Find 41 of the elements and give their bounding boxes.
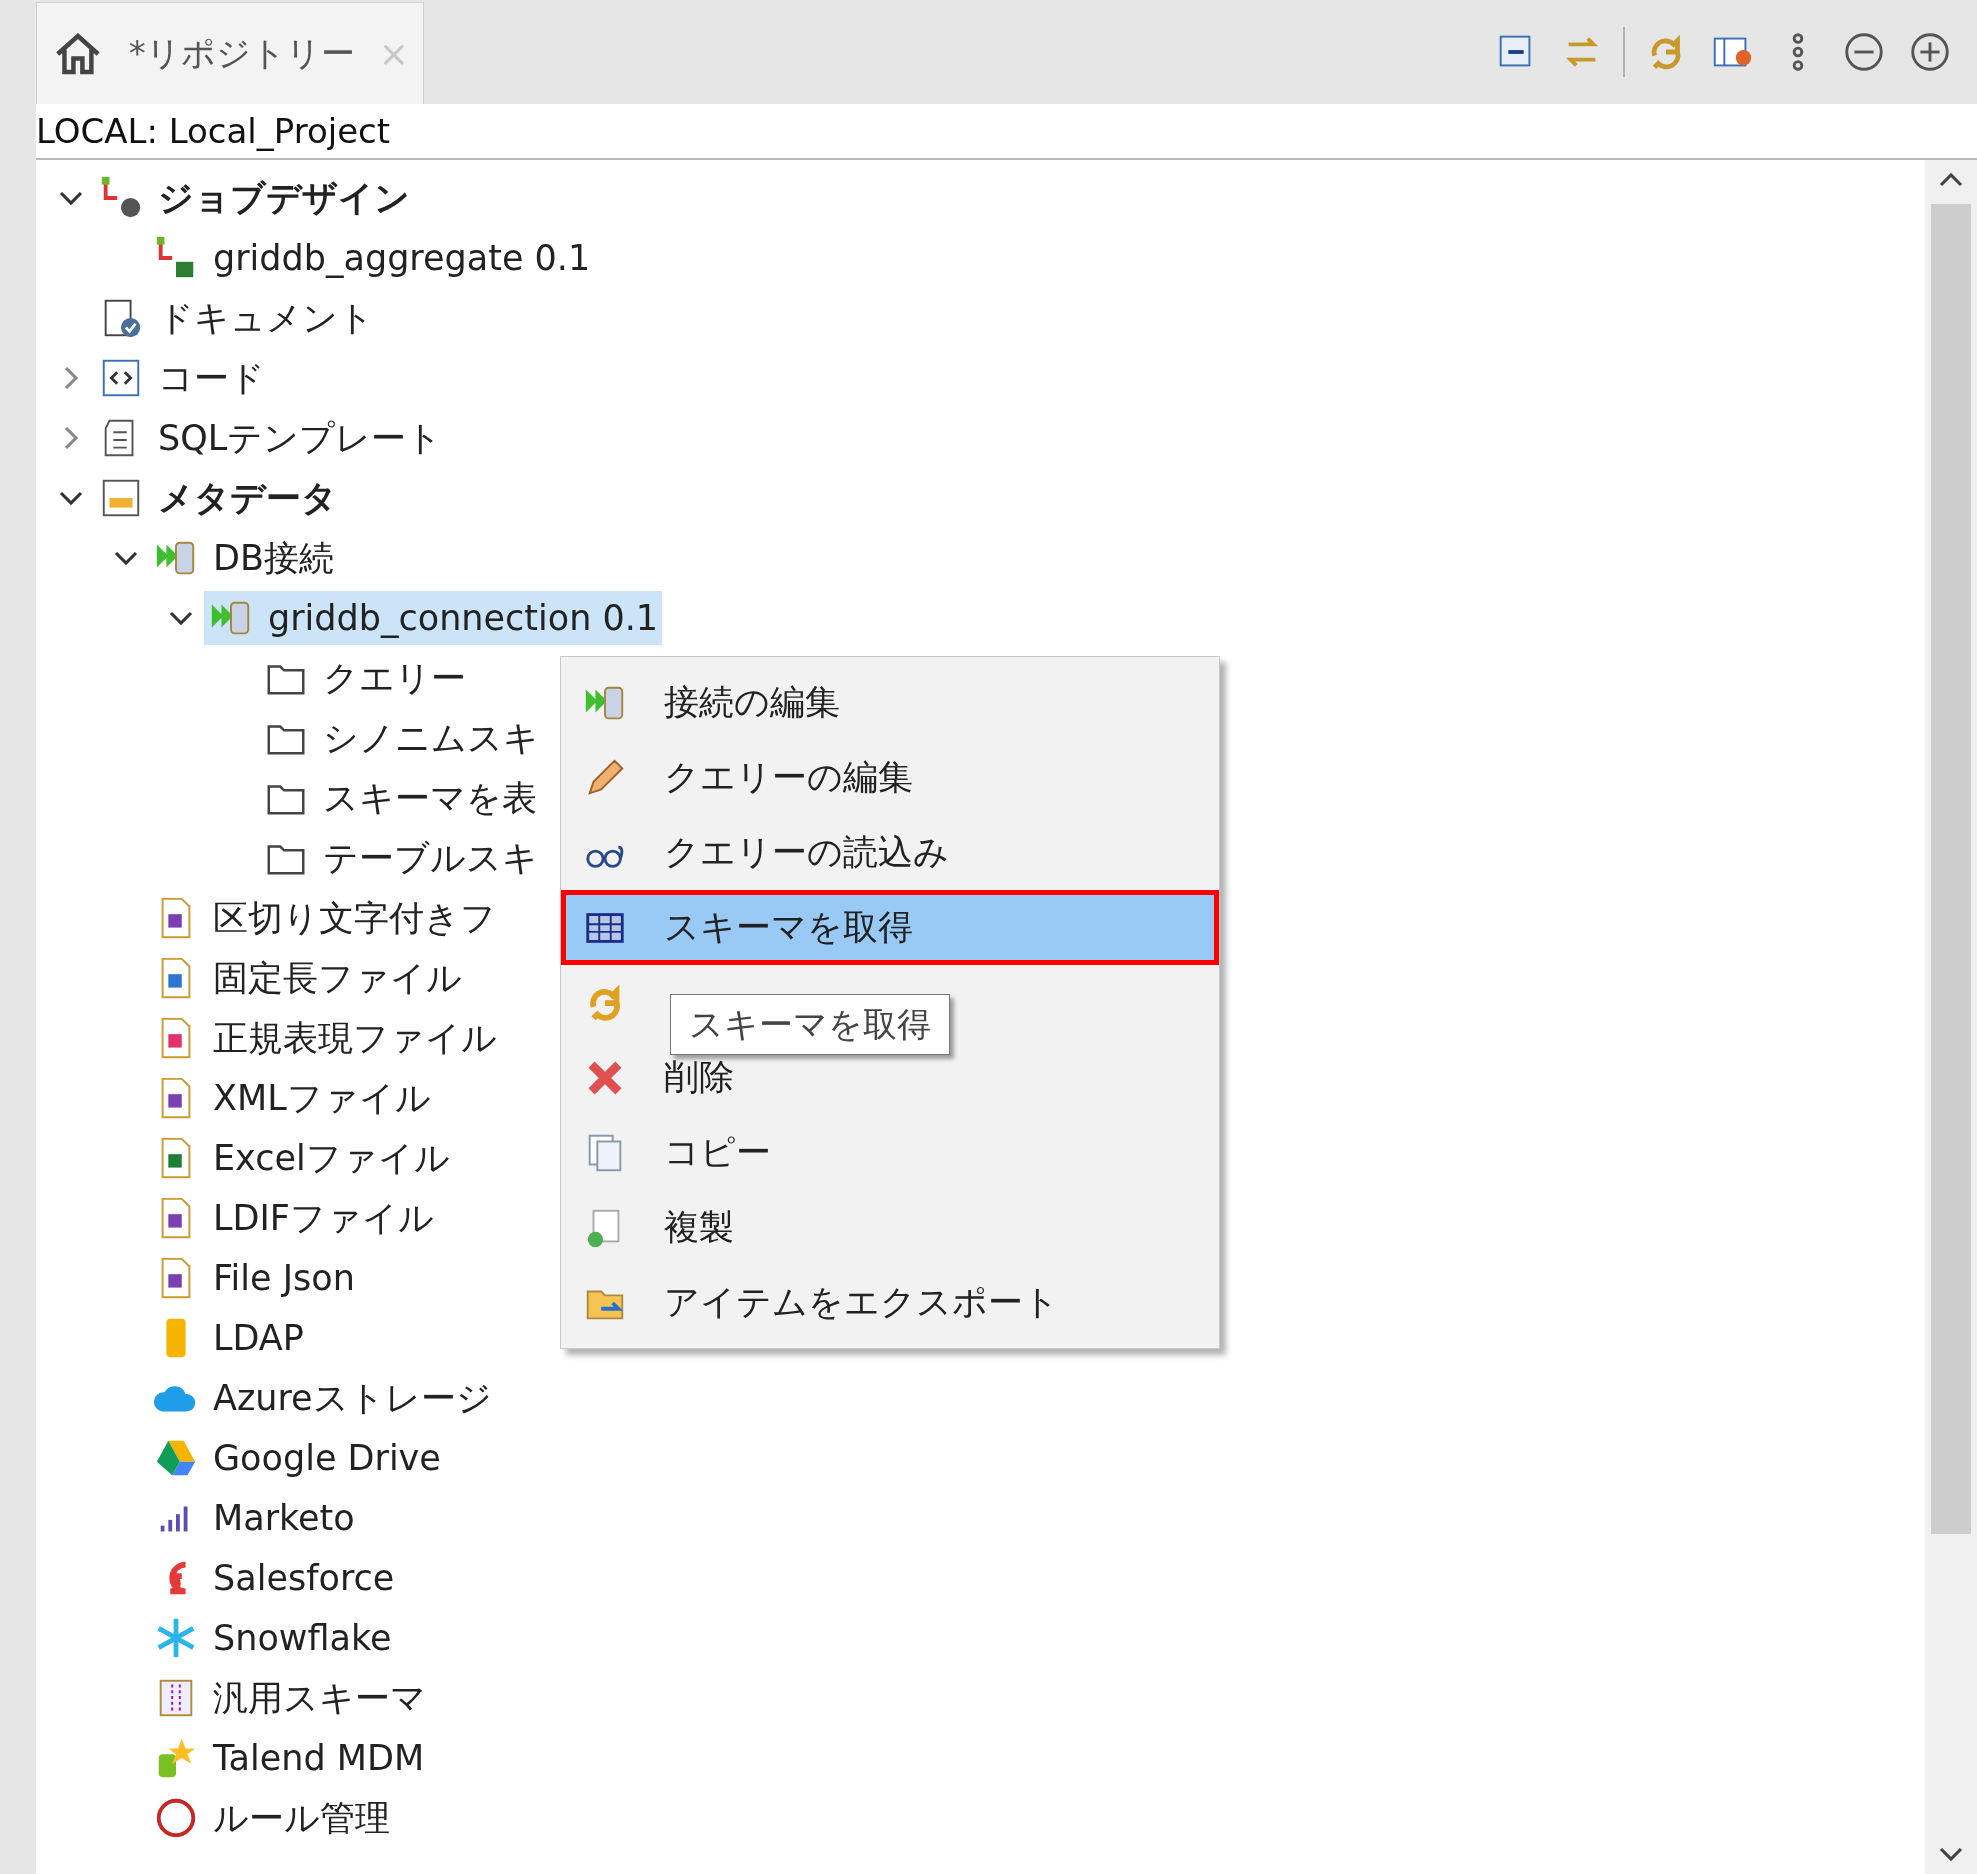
- tree-item[interactable]: griddb_aggregate 0.1: [149, 231, 595, 285]
- tree-item[interactable]: ジョブデザイン: [94, 171, 414, 225]
- tree-item[interactable]: ドキュメント: [94, 291, 378, 345]
- tree-item[interactable]: Talend MDM: [149, 1731, 429, 1785]
- scrollbar-thumb[interactable]: [1931, 204, 1971, 1534]
- menu-item[interactable]: クエリーの読込み: [561, 815, 1219, 890]
- tree-item[interactable]: メタデータ: [94, 471, 341, 525]
- tree-item[interactable]: SQLテンプレート: [94, 411, 447, 465]
- scrollbar[interactable]: [1925, 160, 1977, 1874]
- menu-item[interactable]: 接続の編集: [561, 665, 1219, 740]
- tree-item[interactable]: XMLファイル: [149, 1071, 435, 1125]
- tooltip: スキーマを取得: [670, 994, 950, 1055]
- tree-item[interactable]: 区切り文字付きフ: [149, 891, 500, 945]
- menu-item[interactable]: クエリーの編集: [561, 740, 1219, 815]
- tree-item[interactable]: LDAP: [149, 1311, 308, 1365]
- tree-item[interactable]: Marketo: [149, 1491, 359, 1545]
- tree-item[interactable]: コード: [94, 351, 269, 405]
- menu-item[interactable]: コピー: [561, 1115, 1219, 1190]
- tree-item[interactable]: 固定長ファイル: [149, 951, 466, 1005]
- tree-item[interactable]: 正規表現ファイル: [149, 1011, 501, 1065]
- tree-item[interactable]: Snowflake: [149, 1611, 396, 1665]
- tree-item[interactable]: 汎用スキーマ: [149, 1671, 430, 1725]
- menu-item[interactable]: スキーマを取得: [561, 890, 1219, 965]
- menu-item[interactable]: アイテムをエクスポート: [561, 1265, 1219, 1340]
- tree-item[interactable]: テーブルスキ: [259, 831, 542, 885]
- tree-item[interactable]: LDIFファイル: [149, 1191, 438, 1245]
- tab-title: *リポジトリー: [128, 32, 355, 75]
- tree-item[interactable]: File Json: [149, 1251, 359, 1305]
- repository-tab[interactable]: *リポジトリー ×: [36, 2, 424, 104]
- menu-item[interactable]: 複製: [561, 1190, 1219, 1265]
- tree-item[interactable]: Google Drive: [149, 1431, 445, 1485]
- tree-item[interactable]: Salesforce: [149, 1551, 399, 1605]
- tree-item[interactable]: Excelファイル: [149, 1131, 454, 1185]
- tree-item[interactable]: ルール管理: [149, 1791, 394, 1845]
- tree-item[interactable]: スキーマを表: [259, 771, 541, 825]
- tree-item[interactable]: クエリー: [259, 651, 470, 705]
- tree-item[interactable]: シノニムスキ: [259, 711, 543, 765]
- tree-item[interactable]: DB接続: [149, 531, 338, 585]
- tree-item[interactable]: Azureストレージ: [149, 1371, 496, 1425]
- project-label: LOCAL: Local_Project: [36, 109, 391, 153]
- tree-item[interactable]: griddb_connection 0.1: [204, 591, 663, 645]
